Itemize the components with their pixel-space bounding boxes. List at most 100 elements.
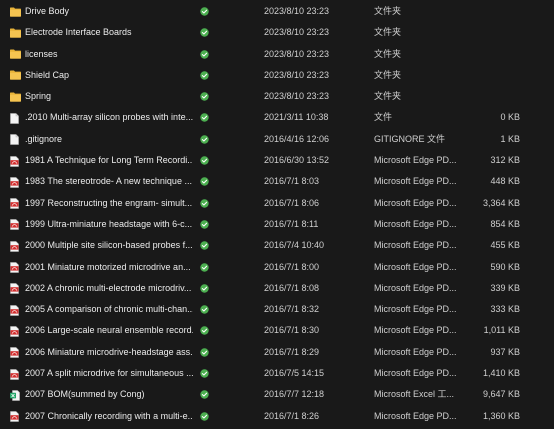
sync-status-icon	[200, 384, 210, 405]
pdf-file-icon	[10, 150, 21, 171]
date-modified: 2016/7/1 8:00	[264, 261, 320, 272]
file-row[interactable]: licenses 2023/8/10 23:23 文件夹	[0, 44, 554, 65]
file-row[interactable]: Electrode Interface Boards 2023/8/10 23:2…	[0, 22, 554, 43]
file-type: 文件夹	[374, 48, 402, 59]
file-row[interactable]: 1981 A Technique for Long Term Recordi..…	[0, 150, 554, 171]
sync-status-icon	[200, 193, 210, 214]
date-modified: 2016/7/1 8:29	[264, 346, 320, 357]
file-row[interactable]: 1997 Reconstructing the engram- simult..…	[0, 193, 554, 214]
file-row[interactable]: 1983 The stereotrode- A new technique ..…	[0, 171, 554, 192]
file-name: Shield Cap	[25, 69, 70, 80]
file-name: 1981 A Technique for Long Term Recordi..…	[25, 155, 193, 166]
file-row[interactable]: 2007 Chronically recording with a multi-…	[0, 406, 554, 427]
date-modified: 2021/3/11 10:38	[264, 112, 329, 123]
pdf-file-icon	[10, 278, 21, 299]
file-size: 1,410 KB	[482, 368, 520, 379]
folder-icon	[10, 44, 21, 65]
file-row[interactable]: Shield Cap 2023/8/10 23:23 文件夹	[0, 65, 554, 86]
file-row[interactable]: 2007 BOM(summed by Cong) 2016/7/7 12:18 Mi…	[0, 384, 554, 405]
file-type: 文件夹	[374, 6, 402, 16]
date-modified: 2016/7/1 8:06	[264, 197, 320, 208]
pdf-file-icon	[10, 406, 21, 427]
date-modified: 2016/7/1 8:32	[264, 304, 320, 315]
file-row[interactable]: 2006 Miniature microdrive-headstage ass.…	[0, 342, 554, 363]
file-size: 1,011 KB	[483, 325, 520, 336]
file-type: 文件夹	[374, 91, 402, 102]
file-size: 0 KB	[500, 112, 520, 123]
file-size: 937 KB	[490, 346, 520, 357]
date-modified: 2016/7/4 10:40	[264, 240, 325, 251]
folder-icon	[10, 65, 21, 86]
sync-status-icon	[200, 107, 210, 128]
file-name: Drive Body	[25, 6, 70, 16]
date-modified: 2023/8/10 23:23	[264, 27, 330, 38]
file-size: 1 KB	[500, 133, 520, 144]
text-file-icon	[10, 129, 21, 150]
sync-status-icon	[200, 406, 210, 427]
file-name: 1997 Reconstructing the engram- simult..…	[25, 197, 193, 208]
date-modified: 2016/7/5 14:15	[264, 368, 325, 379]
file-name: .gitignore	[25, 133, 63, 144]
sync-status-icon	[200, 150, 210, 171]
file-row[interactable]: 1999 Ultra-miniature headstage with 6-c.…	[0, 214, 554, 235]
pdf-file-icon	[10, 193, 21, 214]
file-row[interactable]: .2010 Multi-array silicon probes with in…	[0, 107, 554, 128]
sync-status-icon	[200, 235, 210, 256]
sync-status-icon	[200, 86, 210, 107]
file-row[interactable]: 2005 A comparison of chronic multi-chan.…	[0, 299, 554, 320]
file-row[interactable]: 2000 Multiple site silicon-based probes …	[0, 235, 554, 256]
sync-status-icon	[200, 257, 210, 278]
file-row[interactable]: 2007 A split microdrive for simultaneous…	[0, 363, 554, 384]
file-name: 2007 BOM(summed by Cong)	[25, 389, 145, 400]
file-type: 文件夹	[374, 27, 402, 38]
sync-status-icon	[200, 1, 210, 22]
date-modified: 2016/7/1 8:30	[264, 325, 320, 336]
date-modified: 2023/8/10 23:23	[264, 91, 330, 102]
file-name: 2001 Miniature motorized microdrive an..…	[25, 261, 191, 272]
sync-status-icon	[200, 320, 210, 341]
sync-status-icon	[200, 171, 210, 192]
file-size: 333 KB	[490, 304, 520, 315]
file-name: 2005 A comparison of chronic multi-chan.…	[25, 304, 193, 315]
folder-icon	[10, 86, 21, 107]
file-row[interactable]: 2001 Miniature motorized microdrive an..…	[0, 257, 554, 278]
file-row[interactable]: .gitignore 2016/4/16 12:06 GITIGNORE 文件 1 K…	[0, 129, 554, 150]
pdf-file-icon	[10, 214, 21, 235]
file-row[interactable]: 2002 A chronic multi-electrode microdriv…	[0, 278, 554, 299]
file-size: 3,364 KB	[482, 197, 520, 208]
folder-icon	[10, 1, 21, 22]
file-name: 2006 Large-scale neural ensemble record.…	[25, 325, 193, 336]
date-modified: 2023/8/10 23:23	[264, 48, 330, 59]
file-size: 1,360 KB	[482, 410, 520, 421]
date-modified: 2023/8/10 23:23	[264, 69, 330, 80]
date-modified: 2023/8/10 23:23	[264, 6, 330, 16]
pdf-file-icon	[10, 299, 21, 320]
date-modified: 2016/7/1 8:26	[264, 410, 320, 421]
file-size: 590 KB	[490, 261, 520, 272]
pdf-file-icon	[10, 235, 21, 256]
file-type: 文件夹	[374, 69, 402, 80]
pdf-file-icon	[10, 342, 21, 363]
file-row[interactable]: 2006 Large-scale neural ensemble record.…	[0, 320, 554, 341]
file-name: 2007 A split microdrive for simultaneous…	[25, 368, 193, 379]
sync-status-icon	[200, 342, 210, 363]
sync-status-icon	[200, 65, 210, 86]
date-modified: 2016/4/16 12:06	[264, 133, 330, 144]
file-name: 2007 Chronically recording with a multi-…	[25, 410, 193, 421]
file-size: 9,647 KB	[482, 389, 520, 400]
file-size: 854 KB	[490, 218, 520, 229]
sync-status-icon	[200, 363, 210, 384]
sync-status-icon	[200, 22, 210, 43]
file-name: Spring	[25, 91, 52, 102]
sync-status-icon	[200, 214, 210, 235]
date-modified: 2016/7/1 8:03	[264, 176, 320, 187]
file-row[interactable]: Spring 2023/8/10 23:23 文件夹	[0, 86, 554, 107]
file-size: 455 KB	[490, 240, 520, 251]
file-row[interactable]: Drive Body 2023/8/10 23:23 文件夹	[0, 1, 554, 22]
file-name: 2000 Multiple site silicon-based probes …	[25, 240, 193, 251]
date-modified: 2016/7/1 8:11	[264, 218, 319, 229]
sync-status-icon	[200, 129, 210, 150]
date-modified: 2016/6/30 13:52	[264, 155, 330, 166]
sync-status-icon	[200, 278, 210, 299]
pdf-file-icon	[10, 320, 21, 341]
